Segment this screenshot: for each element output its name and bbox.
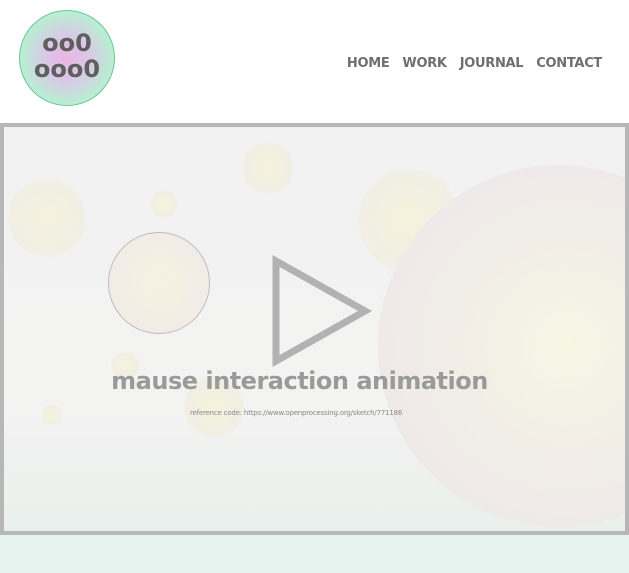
bubble <box>42 405 62 425</box>
animation-stage[interactable]: mause interaction animation reference co… <box>0 123 629 535</box>
nav-item-contact[interactable]: CONTACT <box>536 56 602 71</box>
nav-item-work[interactable]: WORK <box>402 56 447 71</box>
bubble <box>150 190 178 218</box>
nav-item-home[interactable]: HOME <box>347 56 390 71</box>
hero-title: mause interaction animation <box>111 367 488 395</box>
logo-text-line-1: oo0 <box>42 29 92 57</box>
bubble <box>8 179 86 257</box>
play-triangle-icon[interactable] <box>270 255 374 367</box>
site-header: oo0 ooo0 HOME WORK JOURNAL CONTACT <box>0 0 629 122</box>
main-nav: HOME WORK JOURNAL CONTACT <box>347 56 602 71</box>
bubble <box>108 232 210 334</box>
reference-link[interactable]: reference code: https://www.openprocessi… <box>190 409 402 417</box>
bubble <box>242 142 294 194</box>
logo[interactable]: oo0 ooo0 <box>19 10 115 106</box>
nav-item-journal[interactable]: JOURNAL <box>460 56 524 71</box>
footer-band <box>0 535 629 573</box>
logo-text-line-2: ooo0 <box>33 55 101 83</box>
